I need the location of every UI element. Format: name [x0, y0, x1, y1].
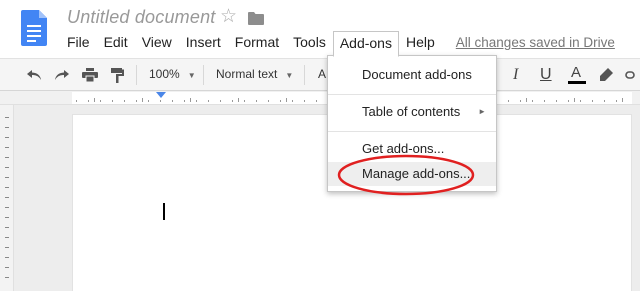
ruler-tick	[220, 100, 221, 102]
toolbar-divider	[203, 65, 204, 85]
ruler-tick	[100, 100, 101, 102]
italic-icon[interactable]: I	[513, 66, 518, 84]
star-icon[interactable]: ☆	[220, 7, 237, 27]
link-icon[interactable]	[624, 65, 640, 85]
ruler-major-tick	[94, 98, 95, 102]
document-canvas	[0, 105, 640, 291]
text-color-icon[interactable]: A	[566, 64, 588, 85]
folder-icon[interactable]	[248, 12, 264, 25]
chevron-down-icon: ▼	[187, 71, 196, 80]
add-ons-menu: Document add-ons Table of contents ► Get …	[327, 55, 497, 192]
paragraph-style-select[interactable]: Normal text ▼	[216, 67, 293, 81]
menu-item-manage-add-ons[interactable]: Manage add-ons...	[328, 162, 496, 186]
ruler-tick	[316, 100, 317, 102]
undo-icon[interactable]	[23, 65, 45, 85]
ruler-tick	[124, 100, 125, 102]
menu-item-table-of-contents[interactable]: Table of contents ►	[328, 100, 496, 124]
paragraph-style-value: Normal text	[216, 67, 278, 81]
menu-item-label: Document add-ons	[362, 67, 472, 82]
ruler-tick	[292, 100, 293, 102]
ruler-tick	[256, 100, 257, 102]
ruler-tick	[304, 100, 305, 102]
ruler-major-tick	[190, 98, 191, 102]
ruler-tick	[112, 100, 113, 102]
ruler-major-tick	[286, 98, 287, 102]
menu-divider	[328, 131, 496, 132]
menu-divider	[328, 94, 496, 95]
menu-edit[interactable]: Edit	[97, 31, 135, 55]
ruler-tick	[532, 100, 533, 102]
ruler-tick	[580, 100, 581, 102]
toolbar-divider	[136, 65, 137, 85]
zoom-select[interactable]: 100% ▼	[149, 67, 196, 81]
menu-help[interactable]: Help	[399, 31, 442, 55]
ruler-tick	[592, 100, 593, 102]
ruler-tick	[232, 100, 233, 102]
docs-logo-icon[interactable]	[21, 10, 47, 46]
ruler-tick	[544, 100, 545, 102]
ruler-tick	[244, 100, 245, 102]
menu-insert[interactable]: Insert	[179, 31, 228, 55]
ruler-tick	[88, 100, 89, 102]
indent-marker[interactable]	[156, 92, 166, 98]
text-cursor	[163, 203, 165, 220]
menu-tools[interactable]: Tools	[286, 31, 333, 55]
ruler-major-tick	[238, 98, 239, 102]
ruler-tick	[136, 100, 137, 102]
ruler-tick	[520, 100, 521, 102]
highlight-icon[interactable]	[595, 65, 617, 85]
menu-item-get-add-ons[interactable]: Get add-ons...	[328, 137, 496, 161]
chevron-down-icon: ▼	[285, 71, 294, 80]
ruler-tick	[160, 100, 161, 102]
menu-file[interactable]: File	[60, 31, 97, 55]
ruler-tick	[148, 100, 149, 102]
ruler-major-tick	[574, 98, 575, 102]
document-title[interactable]: Untitled document	[67, 7, 215, 28]
toolbar-divider	[304, 65, 305, 85]
font-value: A	[318, 67, 327, 81]
ruler-tick	[568, 100, 569, 102]
ruler-tick	[208, 100, 209, 102]
print-icon[interactable]	[79, 65, 101, 85]
save-status-link[interactable]: All changes saved in Drive	[456, 32, 615, 54]
text-color-swatch	[568, 81, 586, 84]
zoom-value: 100%	[149, 67, 180, 81]
ruler-tick	[268, 100, 269, 102]
horizontal-ruler[interactable]	[0, 91, 640, 105]
menu-view[interactable]: View	[135, 31, 179, 55]
ruler-tick	[616, 100, 617, 102]
menu-format[interactable]: Format	[228, 31, 286, 55]
toolbar: 100% ▼ Normal text ▼ A I U A	[0, 58, 640, 91]
menu-item-label: Get add-ons...	[362, 141, 445, 156]
ruler-tick	[604, 100, 605, 102]
menu-add-ons[interactable]: Add-ons	[332, 31, 399, 57]
ruler-major-tick	[622, 98, 623, 102]
text-color-letter: A	[571, 64, 582, 81]
menu-bar: File Edit View Insert Format Tools Add-o…	[60, 31, 615, 57]
menu-item-document-add-ons[interactable]: Document add-ons	[328, 63, 496, 87]
font-select[interactable]: A	[318, 67, 326, 81]
ruler-tick	[556, 100, 557, 102]
menu-item-label: Manage add-ons...	[362, 166, 471, 181]
ruler-major-tick	[142, 98, 143, 102]
underline-icon[interactable]: U	[540, 66, 552, 84]
ruler-tick	[196, 100, 197, 102]
app-header: Untitled document ☆ File Edit View Inser…	[0, 0, 640, 58]
submenu-arrow-icon: ►	[478, 107, 486, 116]
menu-item-label: Table of contents	[362, 104, 461, 119]
ruler-tick	[508, 100, 509, 102]
ruler-major-tick	[526, 98, 527, 102]
vertical-ruler[interactable]	[0, 105, 14, 291]
paint-format-icon[interactable]	[107, 65, 129, 85]
ruler-tick	[184, 100, 185, 102]
ruler-tick	[280, 100, 281, 102]
ruler-tick	[172, 100, 173, 102]
redo-icon[interactable]	[51, 65, 73, 85]
ruler-tick	[76, 100, 77, 102]
